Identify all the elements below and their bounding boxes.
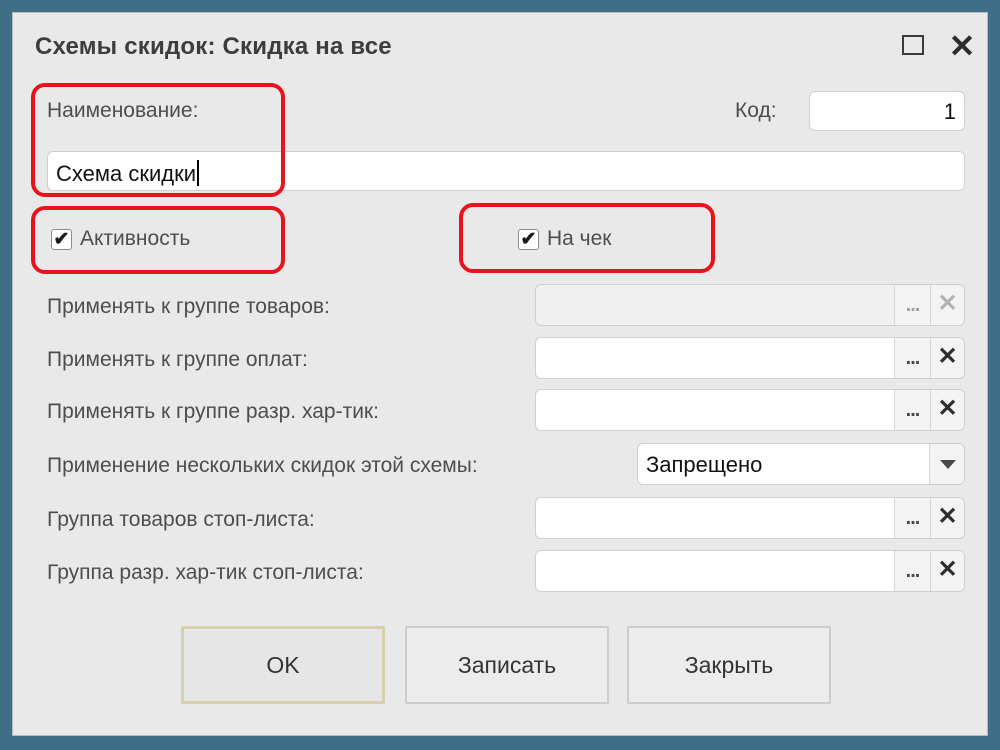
select-button[interactable]: ...	[894, 498, 930, 538]
clear-icon[interactable]: ✕	[930, 285, 964, 325]
stoplist-chars-field[interactable]: ... ✕	[535, 550, 965, 592]
goods-group-field[interactable]: ... ✕	[535, 284, 965, 326]
clear-icon[interactable]: ✕	[930, 390, 964, 430]
window-title: Схемы скидок: Скидка на все	[35, 33, 392, 60]
highlight-name	[31, 83, 285, 197]
code-value: 1	[943, 99, 956, 124]
save-button[interactable]: Записать	[405, 626, 609, 704]
title-bar: Схемы скидок: Скидка на все ✕	[13, 13, 987, 77]
clear-icon[interactable]: ✕	[930, 551, 964, 591]
highlight-receipt	[459, 203, 715, 273]
select-button[interactable]: ...	[894, 551, 930, 591]
select-button[interactable]: ...	[894, 285, 930, 325]
payment-group-field[interactable]: ... ✕	[535, 337, 965, 379]
select-button[interactable]: ...	[894, 338, 930, 378]
stoplist-goods-field[interactable]: ... ✕	[535, 497, 965, 539]
code-label: Код:	[735, 99, 777, 122]
row-label-goods-group: Применять к группе товаров:	[47, 295, 330, 318]
row-label-payment-group: Применять к группе оплат:	[47, 348, 308, 371]
multiple-discounts-select[interactable]: Запрещено	[637, 443, 965, 485]
clear-icon[interactable]: ✕	[930, 338, 964, 378]
row-label-char-group: Применять к группе разр. хар-тик:	[47, 400, 379, 423]
ok-button[interactable]: OK	[181, 626, 385, 704]
maximize-icon[interactable]	[899, 31, 929, 61]
row-label-stoplist-chars: Группа разр. хар-тик стоп-листа:	[47, 561, 364, 584]
multiple-discounts-value: Запрещено	[646, 452, 763, 477]
code-field[interactable]: 1	[809, 91, 965, 131]
char-group-field[interactable]: ... ✕	[535, 389, 965, 431]
row-label-stoplist-goods: Группа товаров стоп-листа:	[47, 508, 315, 531]
close-icon[interactable]: ✕	[947, 30, 977, 62]
highlight-active	[31, 206, 285, 274]
chevron-down-icon[interactable]	[929, 444, 964, 484]
clear-icon[interactable]: ✕	[930, 498, 964, 538]
dialog-window: Схемы скидок: Скидка на все ✕ Наименован…	[12, 12, 988, 736]
row-label-multiple-discounts: Применение нескольких скидок этой схемы:	[47, 454, 478, 477]
close-button[interactable]: Закрыть	[627, 626, 831, 704]
select-button[interactable]: ...	[894, 390, 930, 430]
